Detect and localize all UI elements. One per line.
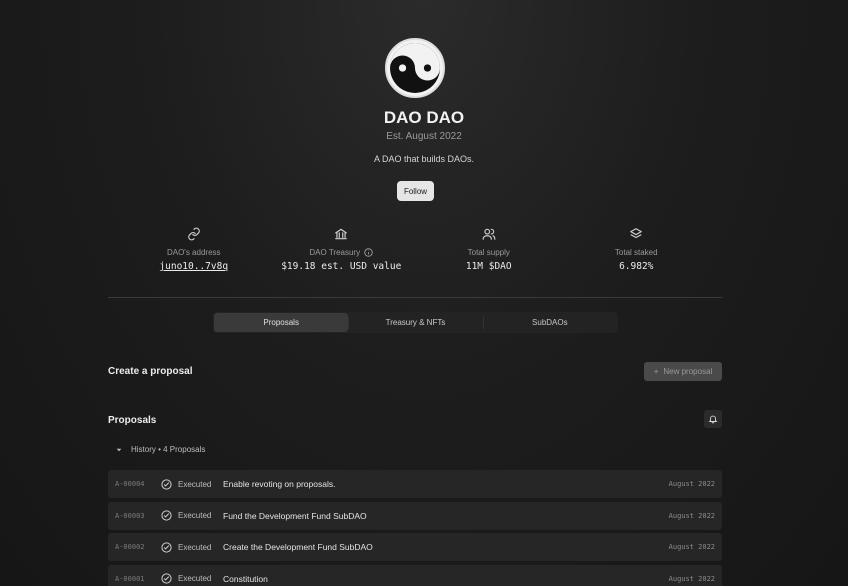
yin-yang-icon — [390, 43, 440, 93]
proposal-row[interactable]: A-00004 Executed Enable revoting on prop… — [108, 470, 722, 498]
bell-icon — [708, 415, 718, 424]
proposal-title: Constitution — [223, 573, 268, 584]
check-circle-icon — [161, 478, 173, 490]
stat-label-text: DAO Treasury — [309, 248, 361, 257]
create-proposal-heading: Create a proposal — [108, 366, 193, 377]
dao-name: DAO DAO — [383, 108, 465, 127]
check-circle-icon — [161, 510, 173, 521]
history-label: History • 4 Proposals — [131, 445, 206, 454]
stat-dao-address: DAO's address juno10..7v8q — [120, 226, 268, 282]
stat-total-staked: Total staked 6.982% — [563, 226, 711, 282]
proposal-list: A-00004 Executed Enable revoting on prop… — [108, 470, 722, 586]
follow-button[interactable]: Follow — [397, 181, 434, 201]
stat-label: DAO Treasury — [309, 248, 373, 257]
layers-icon — [629, 226, 643, 242]
info-icon[interactable] — [364, 248, 373, 257]
tab-proposals[interactable]: Proposals — [214, 313, 349, 332]
dao-address-link[interactable]: juno10..7v8q — [159, 261, 228, 272]
stat-label: Total staked — [614, 248, 658, 257]
tab-bar: Proposals Treasury & NFTs SubDAOs — [213, 312, 618, 333]
total-supply-value: 11M $DAO — [465, 261, 512, 272]
proposal-title: Fund the Development Fund SubDAO — [223, 510, 367, 521]
new-proposal-button[interactable]: + New proposal — [644, 362, 722, 381]
proposal-title: Create the Development Fund SubDAO — [223, 542, 373, 552]
bank-icon — [334, 226, 348, 242]
total-staked-value: 6.982% — [619, 261, 654, 272]
proposal-id: A-00004 — [115, 480, 145, 488]
proposal-id: A-00001 — [115, 574, 145, 583]
plus-icon: + — [653, 367, 659, 376]
stat-label: DAO's address — [166, 248, 221, 257]
section-divider — [108, 297, 722, 298]
proposal-id: A-00002 — [115, 543, 145, 551]
proposal-date: August 2022 — [668, 480, 715, 488]
dao-home-page: DAO DAO Est. August 2022 A DAO that buil… — [0, 0, 848, 586]
dao-logo — [385, 38, 445, 98]
proposal-status: Executed — [178, 479, 212, 489]
users-icon — [482, 226, 496, 242]
treasury-value: $19.18 est. USD value — [281, 261, 402, 272]
proposal-status: Executed — [178, 511, 212, 520]
check-circle-icon — [161, 573, 173, 584]
proposal-date: August 2022 — [668, 543, 715, 551]
stat-dao-treasury: DAO Treasury $19.18 est. USD value — [268, 226, 416, 282]
proposals-heading: Proposals — [108, 415, 157, 426]
stat-label: Total supply — [467, 248, 510, 257]
proposal-date: August 2022 — [668, 511, 715, 520]
dao-stats: DAO's address juno10..7v8q DAO Treasury … — [120, 226, 710, 282]
check-circle-icon — [161, 541, 173, 553]
link-icon — [187, 226, 201, 242]
notifications-button[interactable] — [704, 410, 722, 428]
proposal-status: Executed — [178, 542, 212, 552]
tab-treasury-nfts[interactable]: Treasury & NFTs — [348, 313, 482, 332]
stat-total-supply: Total supply 11M $DAO — [415, 226, 563, 282]
tab-subdaos[interactable]: SubDAOs — [482, 313, 617, 332]
proposal-id: A-00003 — [115, 511, 145, 520]
proposal-status: Executed — [178, 574, 212, 583]
proposal-row[interactable]: A-00003 Executed Fund the Development Fu… — [108, 501, 722, 530]
new-proposal-label: New proposal — [663, 367, 713, 376]
dao-established-date: Est. August 2022 — [386, 131, 462, 142]
caret-down-icon — [116, 448, 122, 451]
proposal-row[interactable]: A-00002 Executed Create the Development … — [108, 533, 722, 561]
proposal-date: August 2022 — [668, 574, 715, 583]
history-toggle[interactable]: History • 4 Proposals — [116, 445, 205, 454]
dao-description: A DAO that builds DAOs. — [373, 154, 475, 164]
proposal-row[interactable]: A-00001 Executed Constitution August 202… — [108, 564, 722, 586]
proposal-title: Enable revoting on proposals. — [223, 479, 336, 489]
